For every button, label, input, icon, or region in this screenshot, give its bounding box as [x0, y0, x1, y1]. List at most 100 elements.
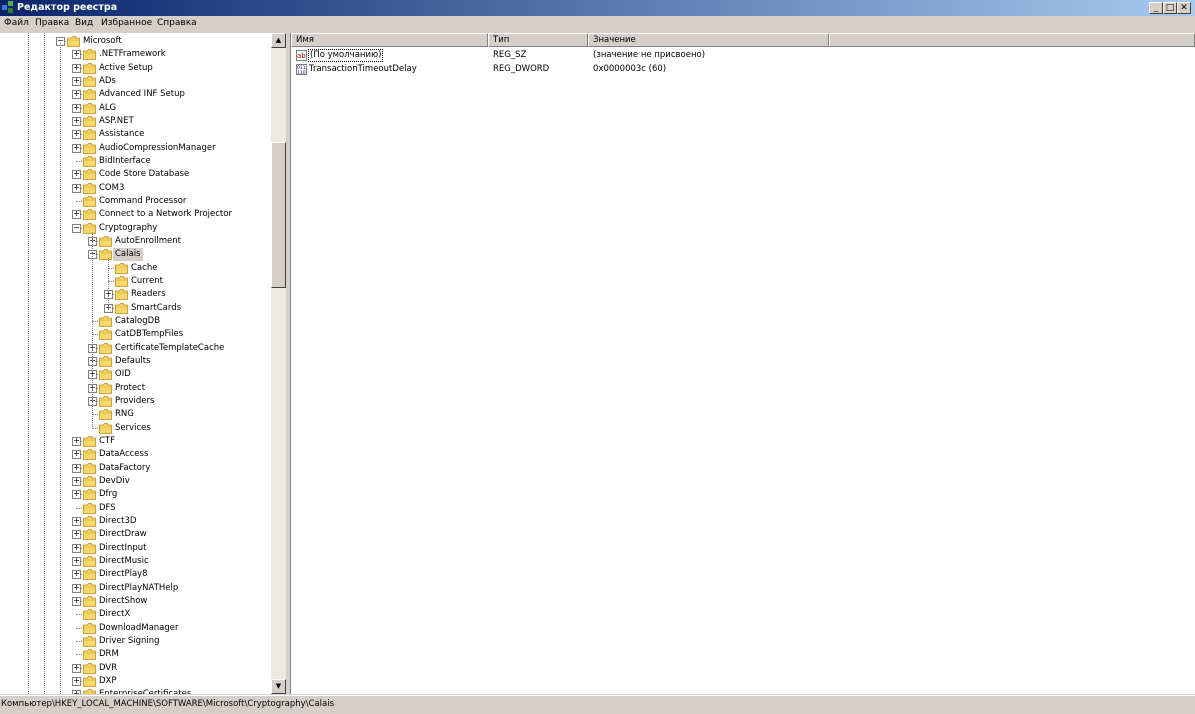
close-button[interactable]: ✕ — [1177, 2, 1191, 14]
expand-icon[interactable]: + — [72, 663, 81, 673]
expand-icon[interactable]: + — [72, 210, 81, 220]
tree-item-netframework[interactable]: + .NETFramework — [0, 48, 270, 61]
maximize-button[interactable]: □ — [1163, 2, 1177, 14]
tree-item-devdiv[interactable]: + DevDiv — [0, 475, 270, 488]
expand-icon[interactable]: + — [72, 90, 81, 100]
tree-item-label: AudioCompressionManager — [99, 142, 216, 153]
tree-item-directplaynathelp[interactable]: + DirectPlayNATHelp — [0, 582, 270, 595]
expand-icon[interactable]: + — [72, 490, 81, 500]
tree-item-code-store-database[interactable]: + Code Store Database — [0, 168, 270, 181]
key-tree[interactable]: − Microsoft + .NETFramework + Active Setup + AD… — [0, 33, 287, 694]
tree-item-datafactory[interactable]: + DataFactory — [0, 462, 270, 475]
tree-item-dvr[interactable]: + DVR — [0, 662, 270, 675]
menu-view[interactable]: Вид — [75, 18, 93, 28]
tree-item-defaults[interactable]: + Defaults — [0, 355, 270, 368]
tree-item-connect-to-a-network-projector[interactable]: + Connect to a Network Projector — [0, 208, 270, 221]
expand-icon[interactable]: + — [72, 143, 81, 153]
expand-icon[interactable]: + — [72, 183, 81, 193]
tree-item-certificatetemplatecache[interactable]: + CertificateTemplateCache — [0, 342, 270, 355]
tree-item-dfs[interactable]: DFS — [0, 502, 270, 515]
tree-item-dataaccess[interactable]: + DataAccess — [0, 448, 270, 461]
tree-item-services[interactable]: Services — [0, 422, 270, 435]
tree-item-protect[interactable]: + Protect — [0, 382, 270, 395]
tree-item-audiocompressionmanager[interactable]: + AudioCompressionManager — [0, 142, 270, 155]
tree-item-advanced-inf-setup[interactable]: + Advanced INF Setup — [0, 88, 270, 101]
tree-item-direct3d[interactable]: + Direct3D — [0, 515, 270, 528]
tree-item-directmusic[interactable]: + DirectMusic — [0, 555, 270, 568]
expand-icon[interactable]: + — [72, 450, 81, 460]
tree-item-alg[interactable]: + ALG — [0, 102, 270, 115]
menu-edit[interactable]: Правка — [35, 18, 69, 28]
expand-icon[interactable]: + — [72, 690, 81, 694]
menu-favorites[interactable]: Избранное — [101, 18, 152, 28]
expand-icon[interactable]: + — [72, 596, 81, 606]
tree-item-cache[interactable]: Cache — [0, 262, 270, 275]
tree-item-label: DirectPlay8 — [99, 569, 148, 580]
tree-item-directshow[interactable]: + DirectShow — [0, 595, 270, 608]
tree-scrollbar[interactable]: ▲ ▼ — [271, 33, 286, 694]
expand-icon[interactable]: + — [72, 583, 81, 593]
minimize-button[interactable]: _ — [1149, 2, 1163, 14]
expand-icon[interactable]: + — [72, 103, 81, 113]
tree-item-drm[interactable]: DRM — [0, 648, 270, 661]
menu-help[interactable]: Справка — [157, 18, 197, 28]
expand-icon[interactable]: + — [72, 463, 81, 473]
tree-item-downloadmanager[interactable]: DownloadManager — [0, 622, 270, 635]
tree-item-ads[interactable]: + ADs — [0, 75, 270, 88]
expand-icon[interactable]: + — [72, 543, 81, 553]
tree-item-directx[interactable]: DirectX — [0, 608, 270, 621]
expand-icon[interactable]: + — [72, 170, 81, 180]
expand-icon[interactable]: + — [72, 130, 81, 140]
tree-item-directdraw[interactable]: + DirectDraw — [0, 528, 270, 541]
tree-item-readers[interactable]: + Readers — [0, 288, 270, 301]
tree-item-label: Services — [115, 422, 151, 433]
value-row[interactable]: 011 110 TransactionTimeoutDelay REG_DWOR… — [291, 63, 891, 76]
tree-item-bidinterface[interactable]: BidInterface — [0, 155, 270, 168]
tree-item-directplay8[interactable]: + DirectPlay8 — [0, 568, 270, 581]
expand-icon[interactable]: + — [72, 530, 81, 540]
column-header-type[interactable]: Тип — [488, 33, 588, 47]
tree-item-active-setup[interactable]: + Active Setup — [0, 62, 270, 75]
tree-item-directinput[interactable]: + DirectInput — [0, 542, 270, 555]
tree-item-command-processor[interactable]: Command Processor — [0, 195, 270, 208]
tree-item-providers[interactable]: + Providers — [0, 395, 270, 408]
folder-icon — [99, 382, 112, 394]
tree-item-driver-signing[interactable]: Driver Signing — [0, 635, 270, 648]
tree-item-ctf[interactable]: + CTF — [0, 435, 270, 448]
tree-item-catalogdb[interactable]: CatalogDB — [0, 315, 270, 328]
expand-icon[interactable]: + — [72, 516, 81, 526]
column-header-value[interactable]: Значение — [588, 33, 829, 47]
expand-icon[interactable]: + — [72, 476, 81, 486]
scroll-thumb[interactable] — [271, 142, 286, 288]
tree-item-cryptography[interactable]: − Cryptography — [0, 222, 270, 235]
tree-item-rng[interactable]: RNG — [0, 408, 270, 421]
tree-item-asp-net[interactable]: + ASP.NET — [0, 115, 270, 128]
tree-item-dxp[interactable]: + DXP — [0, 675, 270, 688]
menu-file[interactable]: Файл — [4, 18, 29, 28]
expand-icon[interactable]: + — [72, 676, 81, 686]
collapse-icon[interactable]: − — [72, 223, 81, 233]
tree-item-assistance[interactable]: + Assistance — [0, 128, 270, 141]
values-list[interactable]: Имя Тип Значение ab (По умолчанию) REG_S… — [290, 33, 1195, 694]
tree-item-oid[interactable]: + OID — [0, 368, 270, 381]
tree-item-enterprisecertificates[interactable]: + EnterpriseCertificates — [0, 688, 270, 694]
expand-icon[interactable]: + — [72, 116, 81, 126]
expand-icon[interactable]: + — [72, 556, 81, 566]
expand-icon[interactable]: + — [72, 50, 81, 60]
value-row[interactable]: ab (По умолчанию) REG_SZ (значение не пр… — [291, 49, 891, 62]
expand-icon[interactable]: + — [72, 570, 81, 580]
tree-item-microsoft[interactable]: − Microsoft — [0, 35, 270, 48]
expand-icon[interactable]: + — [72, 76, 81, 86]
scroll-up-button[interactable]: ▲ — [271, 33, 286, 48]
tree-item-current[interactable]: Current — [0, 275, 270, 288]
tree-item-autoenrollment[interactable]: + AutoEnrollment — [0, 235, 270, 248]
expand-icon[interactable]: + — [72, 63, 81, 73]
tree-item-dfrg[interactable]: + Dfrg — [0, 488, 270, 501]
tree-item-catdbtempfiles[interactable]: CatDBTempFiles — [0, 328, 270, 341]
expand-icon[interactable]: + — [72, 436, 81, 446]
tree-item-calais[interactable]: − Calais — [0, 248, 270, 262]
column-header-name[interactable]: Имя — [291, 33, 488, 47]
tree-item-smartcards[interactable]: + SmartCards — [0, 302, 270, 315]
tree-item-com3[interactable]: + COM3 — [0, 182, 270, 195]
scroll-down-button[interactable]: ▼ — [271, 679, 286, 694]
